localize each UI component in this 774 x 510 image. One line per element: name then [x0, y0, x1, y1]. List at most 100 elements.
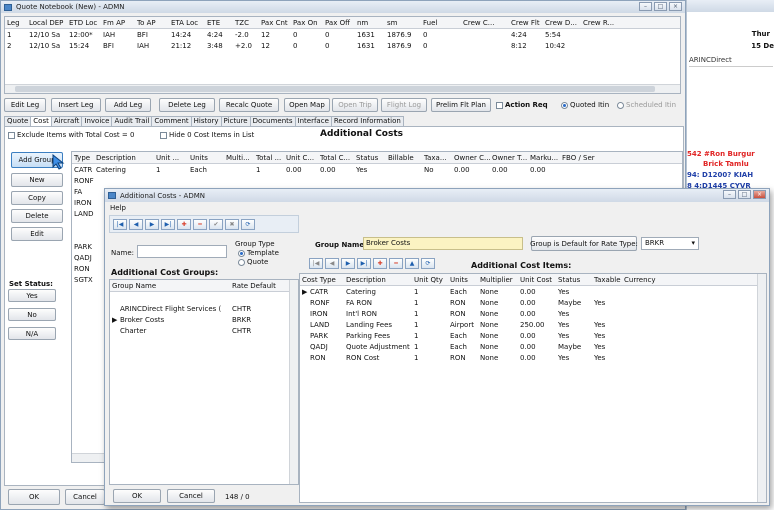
quoted-itin-dot[interactable]: [561, 101, 568, 109]
column-header[interactable]: Pax Cnt: [259, 19, 291, 27]
close-icon[interactable]: ×: [669, 2, 682, 11]
table-row[interactable]: [110, 292, 298, 303]
table-row[interactable]: RON RON Cost 1 RON None 0.00 Yes Yes: [300, 352, 766, 363]
column-header[interactable]: TZC: [233, 19, 259, 27]
table-row[interactable]: RONF: [72, 175, 682, 186]
column-header[interactable]: Fuel: [421, 19, 461, 27]
main-cancel-button[interactable]: Cancel: [65, 489, 105, 505]
column-header[interactable]: Unit Qty: [412, 276, 448, 284]
template-radio[interactable]: Template: [238, 249, 279, 257]
next-record-icon[interactable]: ▶: [145, 219, 159, 230]
cost-groups-grid[interactable]: Group Name Rate Default ARINCDirect Flight…: [109, 279, 299, 485]
tab-invoice[interactable]: Invoice: [81, 116, 113, 126]
cost-items-dialog-grid[interactable]: Cost Type Description Unit Qty Units Multipl…: [299, 273, 767, 503]
scheduled-itin-dot[interactable]: [617, 101, 624, 109]
delete-record-icon[interactable]: ━: [193, 219, 207, 230]
items-vertical-scrollbar[interactable]: [757, 274, 766, 502]
exclude-zero-checkbox[interactable]: Exclude Items with Total Cost = 0: [8, 131, 134, 139]
exclude-zero-box[interactable]: [8, 131, 15, 139]
status-yes-button[interactable]: Yes: [8, 289, 56, 302]
column-header[interactable]: Taxa...: [422, 154, 452, 162]
table-row[interactable]: RONF FA RON 1 RON None 0.00 Maybe Yes: [300, 297, 766, 308]
hide-zero-checkbox[interactable]: Hide 0 Cost Items in List: [160, 131, 254, 139]
tab-audit-trail[interactable]: Audit Trail: [111, 116, 153, 126]
table-row[interactable]: CATR Catering 1 Each 1 0.00 0.00 Yes No 0.00 0.00 0…: [72, 164, 682, 175]
column-header[interactable]: Unit C...: [284, 154, 318, 162]
items-prev-icon[interactable]: ◀: [325, 258, 339, 269]
legs-scroll-thumb[interactable]: [15, 86, 655, 92]
table-row[interactable]: ▶ Broker Costs BRKR: [110, 314, 298, 325]
maximize-icon[interactable]: □: [654, 2, 667, 11]
edit-leg-button[interactable]: Edit Leg: [4, 98, 46, 112]
column-header[interactable]: Crew C...: [461, 19, 509, 27]
rate-type-select[interactable]: BRKR ▾: [641, 237, 699, 250]
column-header[interactable]: Currency: [622, 276, 662, 284]
column-header[interactable]: Multiplier: [478, 276, 518, 284]
table-row[interactable]: Charter CHTR: [110, 325, 298, 336]
dialog-minimize-icon[interactable]: –: [723, 190, 736, 199]
column-header[interactable]: Pax Off: [323, 19, 355, 27]
legs-grid[interactable]: Leg Local DEP ETD Loc Fm AP To AP ETA Loc ETE T…: [4, 16, 681, 94]
column-header[interactable]: Pax On: [291, 19, 323, 27]
column-header[interactable]: ETA Loc: [169, 19, 205, 27]
column-header[interactable]: Units: [448, 276, 478, 284]
items-next-icon[interactable]: ▶: [341, 258, 355, 269]
tab-history[interactable]: History: [190, 116, 222, 126]
column-header[interactable]: Description: [344, 276, 412, 284]
name-input[interactable]: [137, 245, 227, 258]
column-header[interactable]: Rate Default: [230, 282, 290, 290]
template-dot[interactable]: [238, 249, 245, 257]
table-row[interactable]: 2 12/10 Sa 15:24 BFI IAH 21:12 3:48 +2.0 12 0 0 163…: [5, 40, 680, 51]
column-header[interactable]: Leg: [5, 19, 27, 27]
last-record-icon[interactable]: ▶|: [161, 219, 175, 230]
dialog-close-icon[interactable]: ×: [753, 190, 766, 199]
table-row[interactable]: 1 12/10 Sa 12:00* IAH BFI 14:24 4:24 -2.0 12 0 0 16…: [5, 29, 680, 40]
tab-aircraft[interactable]: Aircraft: [50, 116, 83, 126]
legs-horizontal-scrollbar[interactable]: [5, 84, 680, 93]
column-header[interactable]: sm: [385, 19, 421, 27]
items-refresh-icon[interactable]: ⟳: [421, 258, 435, 269]
column-header[interactable]: To AP: [135, 19, 169, 27]
main-ok-button[interactable]: OK: [8, 489, 60, 505]
items-add-icon[interactable]: ✚: [373, 258, 387, 269]
insert-leg-button[interactable]: Insert Leg: [51, 98, 101, 112]
items-up-icon[interactable]: ▲: [405, 258, 419, 269]
column-header[interactable]: ETE: [205, 19, 233, 27]
items-last-icon[interactable]: ▶|: [357, 258, 371, 269]
column-header[interactable]: Fm AP: [101, 19, 135, 27]
column-header[interactable]: Crew D...: [543, 19, 581, 27]
column-header[interactable]: Group Name: [110, 282, 230, 290]
column-header[interactable]: Unit ...: [154, 154, 188, 162]
action-req-checkbox[interactable]: Action Req: [496, 101, 548, 109]
column-header[interactable]: Description: [94, 154, 154, 162]
column-header[interactable]: Units: [188, 154, 224, 162]
refresh-icon[interactable]: ⟳: [241, 219, 255, 230]
prev-record-icon[interactable]: ◀: [129, 219, 143, 230]
column-header[interactable]: Owner C...: [452, 154, 490, 162]
column-header[interactable]: ETD Loc: [67, 19, 101, 27]
dialog-ok-button[interactable]: OK: [113, 489, 161, 503]
column-header[interactable]: Total ...: [254, 154, 284, 162]
open-trip-button[interactable]: Open Trip: [332, 98, 378, 112]
edit-button[interactable]: Edit: [11, 227, 63, 241]
quote-radio[interactable]: Quote: [238, 258, 268, 266]
add-record-icon[interactable]: ✚: [177, 219, 191, 230]
minimize-icon[interactable]: –: [639, 2, 652, 11]
tab-picture[interactable]: Picture: [220, 116, 251, 126]
help-menu[interactable]: Help: [110, 204, 126, 212]
save-record-icon[interactable]: ✔: [209, 219, 223, 230]
table-row[interactable]: ARINCDirect Flight Services (CHTR: [110, 303, 298, 314]
column-header[interactable]: Status: [556, 276, 592, 284]
scheduled-itin-radio[interactable]: Scheduled Itin: [617, 101, 676, 109]
quote-dot[interactable]: [238, 258, 245, 266]
new-button[interactable]: New: [11, 173, 63, 187]
flight-log-button[interactable]: Flight Log: [381, 98, 427, 112]
column-header[interactable]: FBO / Ser: [560, 154, 608, 162]
table-row[interactable]: LAND Landing Fees 1 Airport None 250.00 Yes Yes: [300, 319, 766, 330]
tab-documents[interactable]: Documents: [249, 116, 296, 126]
column-header[interactable]: Total C...: [318, 154, 354, 162]
dialog-maximize-icon[interactable]: □: [738, 190, 751, 199]
action-req-box[interactable]: [496, 101, 503, 109]
column-header[interactable]: Billable: [386, 154, 422, 162]
chevron-down-icon[interactable]: ▾: [691, 238, 695, 249]
